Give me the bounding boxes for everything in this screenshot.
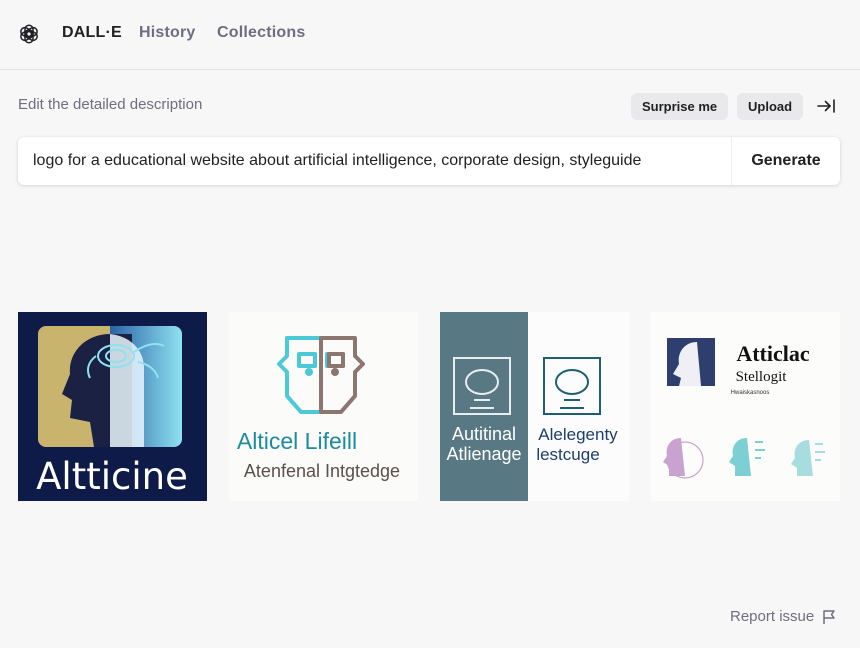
result-image-2[interactable]: Alticel Lifeill Atenfenal Intgtedge: [229, 312, 418, 501]
result-1-caption: Altticine: [36, 455, 188, 498]
flag-icon: [823, 609, 835, 624]
result-4-caption-line2: Stellogit: [736, 369, 788, 385]
result-2-caption-line2: Atenfenal Intgtedge: [244, 461, 400, 481]
upload-button[interactable]: Upload: [737, 93, 804, 120]
prompt-input[interactable]: [18, 137, 731, 185]
nav-history[interactable]: History: [139, 24, 196, 42]
report-issue-label: Report issue: [730, 608, 815, 625]
result-image-3[interactable]: Autitinal Atlienage Alelegenty lestcuge: [440, 312, 629, 501]
report-issue-link[interactable]: Report issue: [730, 608, 836, 625]
result-3-caption-line2: Atlienage: [446, 444, 521, 464]
nav-collections[interactable]: Collections: [217, 24, 305, 42]
collapse-right-icon[interactable]: [816, 97, 836, 115]
prompt-hint: Edit the detailed description: [18, 96, 203, 113]
result-image-4[interactable]: Atticlac Stellogit Hwaiskasnoos: [651, 312, 840, 501]
generate-button[interactable]: Generate: [731, 137, 840, 185]
result-2-caption-line1: Alticel Lifeill: [237, 428, 357, 454]
result-4-caption-line1: Atticlac: [736, 341, 810, 366]
result-4-caption-line3: Hwaiskasnoos: [731, 390, 770, 396]
brand-title[interactable]: DALL·E: [62, 24, 122, 42]
prompt-bar: Generate: [18, 137, 840, 185]
result-3-caption-line1: Autitinal: [452, 424, 516, 444]
result-3-caption-line3: Alelegenty: [538, 425, 618, 444]
openai-logo-icon[interactable]: [17, 22, 41, 46]
surprise-me-button[interactable]: Surprise me: [631, 93, 729, 120]
top-navigation: DALL·E History Collections: [0, 0, 860, 70]
result-image-1[interactable]: Altticine: [18, 312, 207, 501]
result-3-caption-line4: lestcuge: [536, 445, 599, 464]
